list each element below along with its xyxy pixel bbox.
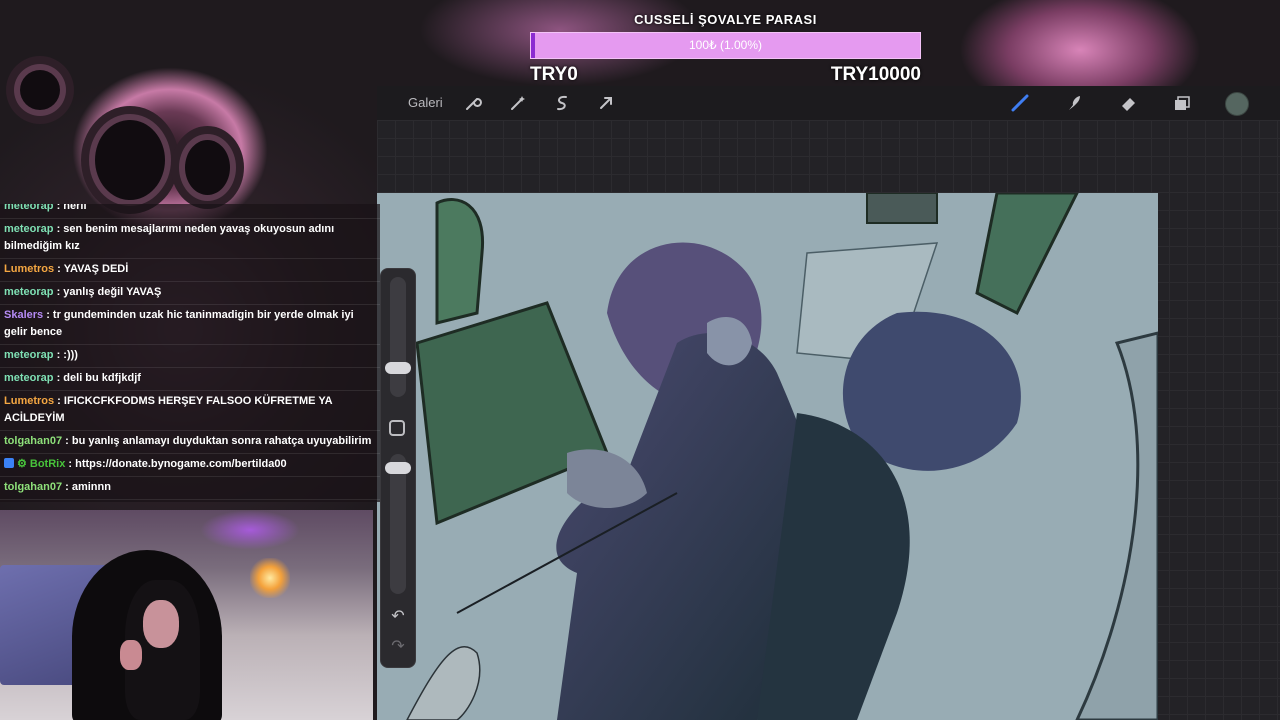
chat-username[interactable]: meteorap: [4, 204, 54, 212]
chat-username[interactable]: meteorap: [4, 349, 54, 361]
chat-text: : IFICKCFKFODMS HERŞEY FALSOO KÜFRETME Y…: [4, 395, 333, 424]
background-eye-left: [95, 120, 165, 200]
goal-title: CUSSELİ ŞOVALYE PARASI: [634, 12, 817, 27]
opacity-slider[interactable]: [390, 454, 406, 594]
chat-username[interactable]: tolgahan07: [4, 481, 62, 493]
streamer-face: [143, 600, 179, 648]
drawing-canvas[interactable]: [377, 193, 1158, 720]
goal-min-label: TRY0: [530, 64, 578, 85]
wrench-icon[interactable]: [463, 93, 483, 113]
streamer: [115, 580, 205, 720]
chat-text: : tr gundeminden uzak hic taninmadigin b…: [4, 309, 354, 338]
layers-icon[interactable]: [1172, 93, 1192, 113]
undo-icon[interactable]: ↶: [387, 606, 409, 626]
chat-text: : bu yanlış anlamayı duyduktan sonra rah…: [62, 435, 372, 447]
brush-size-slider[interactable]: [390, 277, 406, 397]
gallery-button[interactable]: Galeri: [408, 95, 443, 110]
chat-message: meteorap : sen benim mesajlarımı neden y…: [0, 219, 380, 259]
streamer-hand: [120, 640, 142, 670]
chat-message: meteorap : deli bu kdfjkdjf: [0, 368, 380, 391]
brush-size-knob[interactable]: [385, 362, 411, 374]
chat-username[interactable]: Lumetros: [4, 263, 54, 275]
opacity-knob[interactable]: [385, 462, 411, 474]
chat-message: Lumetros : ben birsx uyucam vslo gireres…: [0, 500, 380, 502]
chat-message: meteorap : :))): [0, 345, 380, 368]
redo-icon[interactable]: ↷: [387, 636, 409, 656]
chat-username[interactable]: meteorap: [4, 286, 54, 298]
chat-text: : sen benim mesajlarımı neden yavaş okuy…: [4, 223, 335, 252]
procreate-toolbar: Galeri: [377, 86, 1280, 120]
chat-username[interactable]: meteorap: [4, 372, 54, 384]
stream-chat: meteorap : nerii meteorap : sen benim mes…: [0, 204, 380, 502]
procreate-side-panel: ↶ ↷: [380, 268, 416, 668]
chat-text: : yanlış değil YAVAŞ: [53, 286, 162, 298]
chat-text: : deli bu kdfjkdjf: [53, 372, 141, 384]
goal-max-label: TRY10000: [830, 64, 921, 85]
chat-username[interactable]: BotRix: [30, 458, 65, 470]
chat-username[interactable]: meteorap: [4, 223, 54, 235]
goal-progress-bar: 100₺ (1.00%): [530, 32, 921, 59]
chat-message: Skalers : tr gundeminden uzak hic taninm…: [0, 305, 380, 345]
moderator-icon: ⚙: [17, 458, 27, 470]
chat-message: ⚙ BotRix : https://donate.bynogame.com/be…: [0, 454, 380, 477]
chat-text: : nerii: [53, 204, 87, 212]
goal-progress-text: 100₺ (1.00%): [688, 38, 762, 52]
chat-message-list: meteorap : nerii meteorap : sen benim mes…: [0, 204, 380, 502]
procreate-app: Galeri ↶ ↷: [377, 86, 1280, 720]
eraser-icon[interactable]: [1118, 93, 1138, 113]
smudge-icon[interactable]: [1064, 93, 1084, 113]
modify-button[interactable]: [389, 420, 405, 436]
chat-username[interactable]: Lumetros: [4, 395, 54, 407]
chat-text: : https://donate.bynogame.com/bertilda00: [65, 458, 287, 470]
cam-purple-light: [200, 510, 300, 550]
chat-message: meteorap : nerii: [0, 204, 380, 219]
chat-message: tolgahan07 : aminnn: [0, 477, 380, 500]
chat-text: : YAVAŞ DEDİ: [54, 263, 129, 275]
chat-username[interactable]: Skalers: [4, 309, 43, 321]
transform-icon[interactable]: [596, 93, 616, 113]
chat-username[interactable]: tolgahan07: [4, 435, 62, 447]
background-eye-top: [20, 70, 60, 110]
cam-lamp: [250, 558, 290, 598]
chat-message: Lumetros : YAVAŞ DEDİ: [0, 259, 380, 282]
webcam-feed: [0, 510, 373, 720]
chat-message: tolgahan07 : bu yanlış anlamayı duydukta…: [0, 431, 380, 454]
bot-badge-icon: [4, 458, 14, 468]
chat-text: : aminnn: [62, 481, 111, 493]
chat-message: meteorap : yanlış değil YAVAŞ: [0, 282, 380, 305]
background-eye-right: [185, 140, 230, 195]
selection-icon[interactable]: [552, 93, 572, 113]
magic-wand-icon[interactable]: [508, 93, 528, 113]
brush-icon[interactable]: [1010, 93, 1030, 113]
artwork-illustration: [377, 193, 1158, 720]
chat-text: : :))): [53, 349, 78, 361]
chat-message: Lumetros : IFICKCFKFODMS HERŞEY FALSOO K…: [0, 391, 380, 431]
color-swatch[interactable]: [1225, 92, 1249, 116]
donation-goal-widget: CUSSELİ ŞOVALYE PARASI 100₺ (1.00%) TRY0…: [530, 12, 921, 85]
